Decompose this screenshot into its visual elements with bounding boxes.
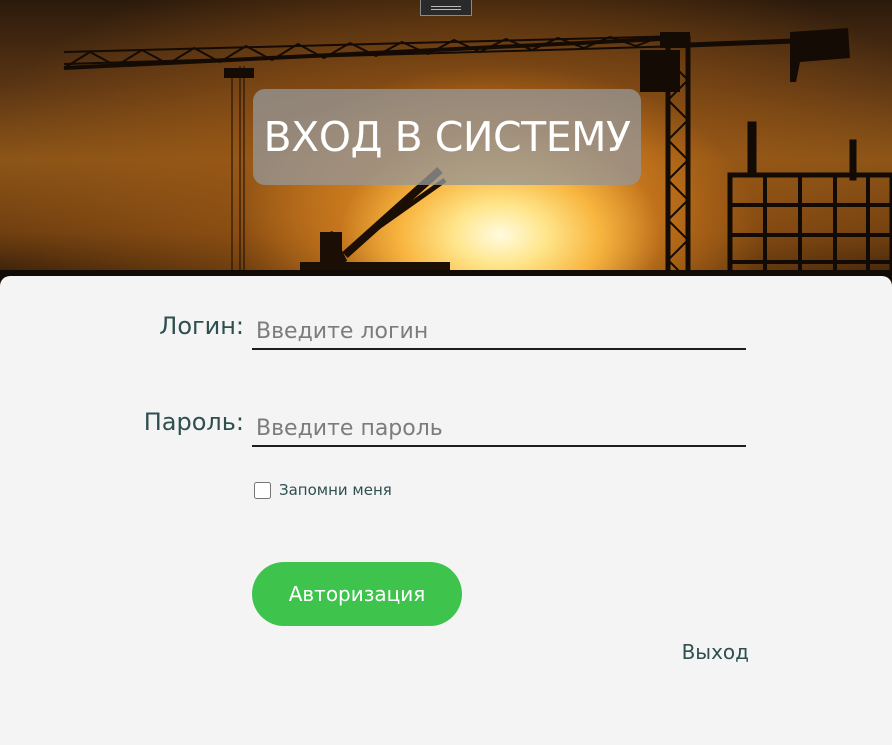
login-label: Логин: — [159, 312, 244, 340]
login-button[interactable]: Авторизация — [252, 562, 462, 626]
password-input[interactable] — [252, 411, 746, 447]
page-title: ВХОД В СИСТЕМУ — [263, 113, 631, 161]
login-form-panel: Логин: Пароль: Запомни меня Авторизация … — [0, 276, 892, 745]
remember-me-label: Запомни меня — [279, 481, 392, 499]
header-banner: ВХОД В СИСТЕМУ — [0, 0, 892, 290]
password-label: Пароль: — [143, 408, 244, 436]
exit-link[interactable]: Выход — [682, 640, 749, 664]
remember-me-option[interactable]: Запомни меня — [254, 481, 392, 499]
window-drag-handle[interactable] — [420, 0, 472, 16]
remember-me-checkbox[interactable] — [254, 481, 271, 499]
title-banner: ВХОД В СИСТЕМУ — [253, 89, 641, 185]
login-input[interactable] — [252, 314, 746, 350]
login-window: ВХОД В СИСТЕМУ Логин: Пароль: Запомни ме… — [0, 0, 892, 745]
